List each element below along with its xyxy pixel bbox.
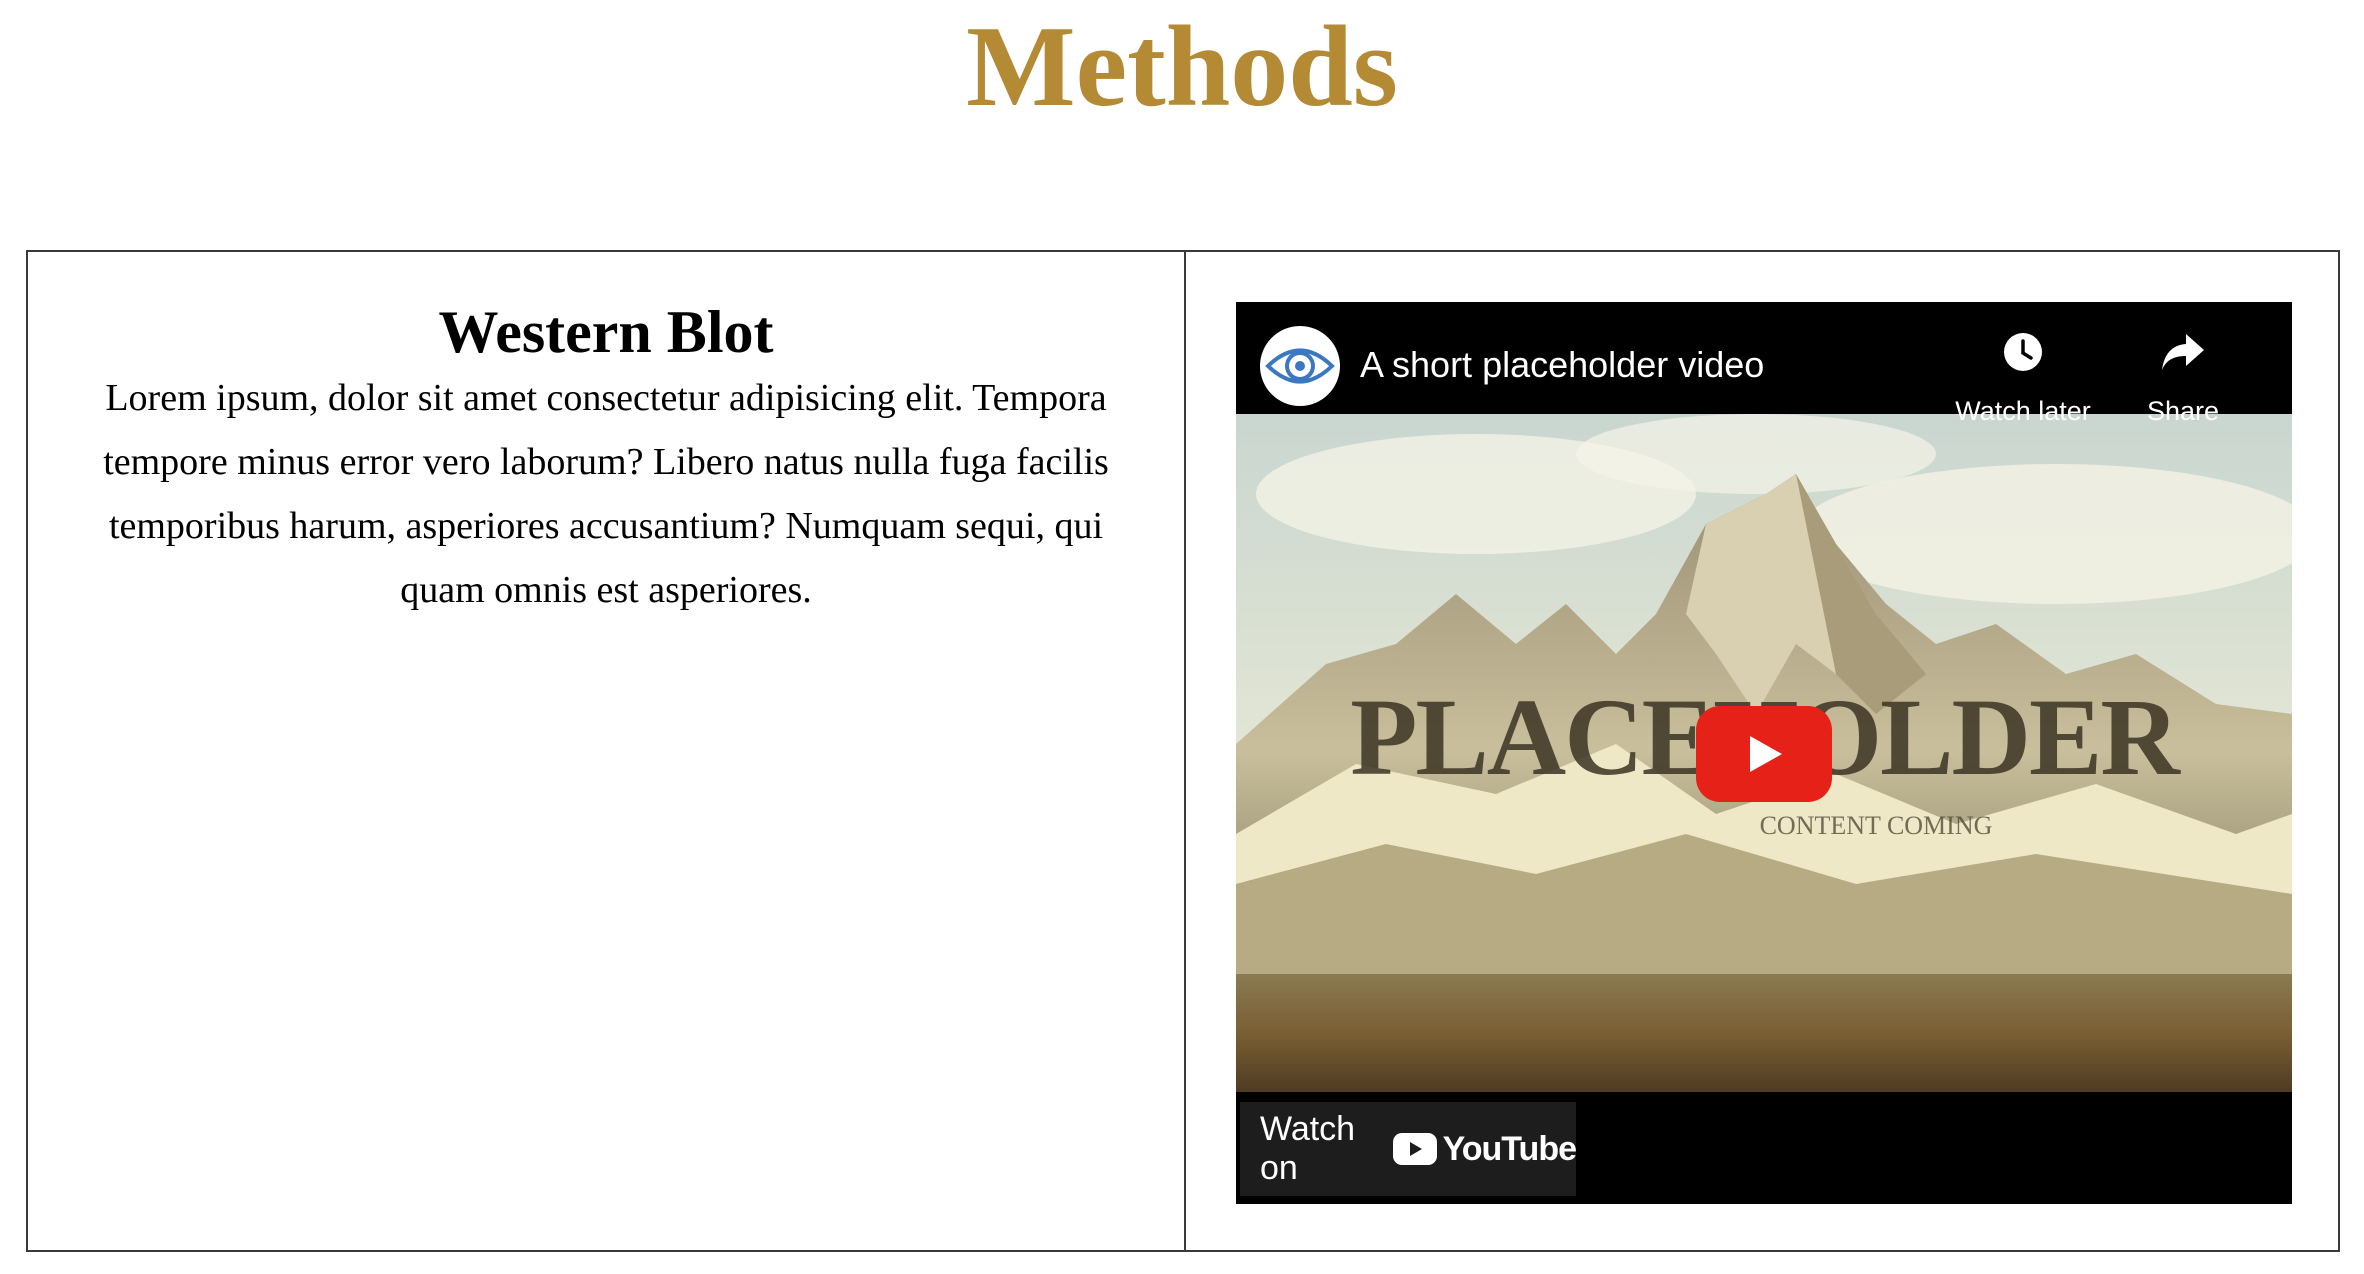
youtube-logo: YouTube: [1392, 1129, 1577, 1169]
share-button[interactable]: Share: [2108, 326, 2258, 427]
clock-icon: [2004, 333, 2042, 371]
play-icon: [1696, 706, 1832, 802]
page-title: Methods: [966, 3, 1398, 131]
thumbnail-subtitle: CONTENT COMING: [1760, 811, 1993, 840]
eye-icon: [1265, 348, 1335, 384]
watch-later-button[interactable]: Watch later: [1948, 326, 2098, 427]
share-icon: [2162, 334, 2204, 370]
watch-on-youtube-button[interactable]: Watch on YouTube: [1240, 1102, 1577, 1196]
channel-avatar[interactable]: [1260, 326, 1340, 406]
section-heading: Western Blot: [438, 299, 774, 365]
video-bottom-bar: Watch on YouTube: [1236, 1092, 2292, 1204]
text-cell: Western Blot Lorem ipsum, dolor sit amet…: [28, 252, 1186, 1250]
watch-later-label: Watch later: [1955, 396, 2091, 426]
play-button[interactable]: [1696, 706, 1832, 802]
watch-on-label: Watch on: [1260, 1110, 1356, 1187]
video-embed[interactable]: PLACEHOLDER CONTENT COMING: [1236, 302, 2292, 1204]
share-label: Share: [2146, 396, 2220, 426]
youtube-wordmark: YouTube: [1442, 1129, 1577, 1168]
youtube-play-icon: [1392, 1133, 1437, 1165]
video-title[interactable]: A short placeholder video: [1360, 342, 1764, 388]
video-top-bar: A short placeholder video Watch later Sh…: [1236, 302, 2292, 426]
methods-table: Western Blot Lorem ipsum, dolor sit amet…: [26, 250, 2340, 1252]
video-cell: PLACEHOLDER CONTENT COMING: [1186, 252, 2338, 1250]
section-body: Lorem ipsum, dolor sit amet consectetur …: [103, 377, 1109, 611]
